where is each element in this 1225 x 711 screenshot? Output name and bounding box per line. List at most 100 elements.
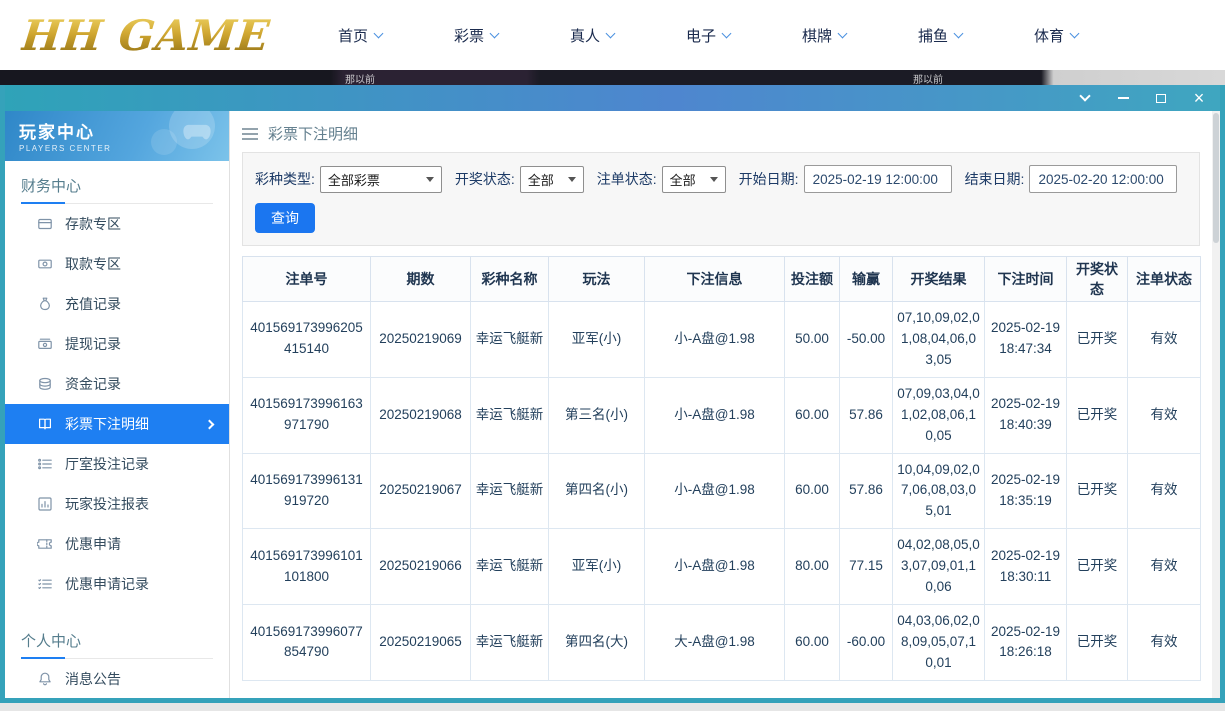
sidebar-item-deposit-zone[interactable]: 存款专区 xyxy=(5,204,229,244)
sidebar-item-label: 厅室投注记录 xyxy=(65,454,149,474)
sidebar-item-message-announcements[interactable]: 消息公告 xyxy=(5,659,229,698)
chevron-down-icon xyxy=(1070,28,1080,38)
cell-lottery-name: 幸运飞艇新 xyxy=(471,529,549,605)
cell-bet-time: 2025-02-19 18:40:39 xyxy=(985,377,1067,453)
cell-draw-status: 已开奖 xyxy=(1067,529,1128,605)
cell-draw-status: 已开奖 xyxy=(1067,377,1128,453)
withdraw-icon xyxy=(37,256,53,272)
sidebar-item-player-bet-report[interactable]: 玩家投注报表 xyxy=(5,484,229,524)
lottery-type-select[interactable]: 全部彩票 xyxy=(320,166,442,193)
cell-bet-time: 2025-02-19 18:26:18 xyxy=(985,605,1067,681)
nav-item-live[interactable]: 真人 xyxy=(570,25,614,46)
gamepad-icon xyxy=(181,123,213,143)
cell-bet-time: 2025-02-19 18:47:34 xyxy=(985,302,1067,378)
order-status-label: 注单状态: xyxy=(597,169,657,189)
bet-details-table: 注单号 期数 彩种名称 玩法 下注信息 投注额 输赢 开奖结果 下注时间 开奖状… xyxy=(242,256,1201,681)
cell-bet-amount: 80.00 xyxy=(785,529,840,605)
scrollbar-thumb[interactable] xyxy=(1213,113,1219,243)
nav-item-slots[interactable]: 电子 xyxy=(686,25,730,46)
window-maximize-button[interactable] xyxy=(1154,91,1168,105)
cell-draw-result: 04,02,08,05,03,07,09,01,10,06 xyxy=(893,529,985,605)
cell-win-loss: -50.00 xyxy=(840,302,893,378)
hamburger-menu-icon[interactable] xyxy=(242,128,258,140)
sidebar-item-lottery-bet-details[interactable]: 彩票下注明细 xyxy=(5,404,229,444)
column-header: 投注额 xyxy=(785,257,840,302)
sidebar-item-withdraw-zone[interactable]: 取款专区 xyxy=(5,244,229,284)
sidebar-item-promo-apply-records[interactable]: 优惠申请记录 xyxy=(5,564,229,604)
chevron-down-icon xyxy=(374,28,384,38)
cell-order-status: 有效 xyxy=(1128,302,1201,378)
cell-draw-status: 已开奖 xyxy=(1067,453,1128,529)
cell-lottery-name: 幸运飞艇新 xyxy=(471,302,549,378)
nav-item-sports[interactable]: 体育 xyxy=(1034,25,1078,46)
nav-label: 电子 xyxy=(686,25,716,46)
column-header: 下注信息 xyxy=(645,257,785,302)
personal-center-section: 个人中心 消息公告 xyxy=(5,630,229,698)
column-header: 注单状态 xyxy=(1128,257,1201,302)
column-header: 注单号 xyxy=(243,257,371,302)
page-header: 彩票下注明细 xyxy=(242,123,1200,144)
player-bet-report-icon xyxy=(37,496,53,512)
nav-item-fishing[interactable]: 捕鱼 xyxy=(918,25,962,46)
sidebar-item-promo-apply[interactable]: 优惠申请 xyxy=(5,524,229,564)
query-button[interactable]: 查询 xyxy=(255,203,315,233)
sidebar-item-funds-records[interactable]: 资金记录 xyxy=(5,364,229,404)
window-collapse-button[interactable] xyxy=(1078,91,1092,105)
table-row: 401569173996101101800 20250219066 幸运飞艇新 … xyxy=(243,529,1201,605)
nav-item-lottery[interactable]: 彩票 xyxy=(454,25,498,46)
end-date-label: 结束日期: xyxy=(965,169,1025,189)
cell-order-id: 401569173996101101800 xyxy=(243,529,371,605)
cell-draw-status: 已开奖 xyxy=(1067,605,1128,681)
nav-label: 棋牌 xyxy=(802,25,832,46)
window-titlebar: × xyxy=(5,85,1220,111)
cell-play-type: 第四名(大) xyxy=(549,605,645,681)
chevron-down-icon xyxy=(722,28,732,38)
column-header: 期数 xyxy=(371,257,471,302)
background-banner-strip: 那以前 那以前 xyxy=(0,70,1225,85)
start-date-input[interactable] xyxy=(804,165,952,193)
sidebar-item-withdrawal-records[interactable]: 提现记录 xyxy=(5,324,229,364)
sidebar-item-label: 取款专区 xyxy=(65,254,121,274)
cell-play-type: 第四名(小) xyxy=(549,453,645,529)
column-header: 彩种名称 xyxy=(471,257,549,302)
window-close-button[interactable]: × xyxy=(1192,91,1206,105)
promo-apply-icon xyxy=(37,536,53,552)
lottery-bet-details-icon xyxy=(37,416,53,432)
chevron-right-icon xyxy=(205,419,215,429)
site-navbar: HH GAME 首页 彩票 真人 电子 棋牌 捕鱼 体育 xyxy=(0,0,1225,70)
nav-item-home[interactable]: 首页 xyxy=(338,25,382,46)
end-date-input[interactable] xyxy=(1029,165,1177,193)
window-minimize-button[interactable] xyxy=(1116,91,1130,105)
cell-bet-info: 小-A盘@1.98 xyxy=(645,302,785,378)
cell-lottery-name: 幸运飞艇新 xyxy=(471,605,549,681)
cell-play-type: 亚军(小) xyxy=(549,302,645,378)
order-status-select[interactable]: 全部 xyxy=(662,166,726,193)
cell-bet-time: 2025-02-19 18:35:19 xyxy=(985,453,1067,529)
lottery-type-value: 全部彩票 xyxy=(328,170,380,189)
cell-period: 20250219069 xyxy=(371,302,471,378)
chevron-down-icon xyxy=(838,28,848,38)
sidebar: 玩家中心 PLAYERS CENTER 财务中心 存款专区 取款专区 xyxy=(5,111,230,698)
sidebar-item-hall-bet-records[interactable]: 厅室投注记录 xyxy=(5,444,229,484)
cell-win-loss: 57.86 xyxy=(840,453,893,529)
withdrawal-records-icon xyxy=(37,336,53,352)
banner-fragment: 那以前 xyxy=(345,71,375,85)
cell-lottery-name: 幸运飞艇新 xyxy=(471,453,549,529)
cell-win-loss: 57.86 xyxy=(840,377,893,453)
cell-period: 20250219068 xyxy=(371,377,471,453)
cell-bet-info: 小-A盘@1.98 xyxy=(645,453,785,529)
cell-order-id: 401569173996077854790 xyxy=(243,605,371,681)
cell-bet-info: 小-A盘@1.98 xyxy=(645,377,785,453)
table-row: 401569173996163971790 20250219068 幸运飞艇新 … xyxy=(243,377,1201,453)
nav-item-cards[interactable]: 棋牌 xyxy=(802,25,846,46)
cell-bet-info: 大-A盘@1.98 xyxy=(645,605,785,681)
vertical-scrollbar[interactable] xyxy=(1212,111,1220,698)
players-center-window: × 玩家中心 PLAYERS CENTER 财务中心 存款专区 xyxy=(0,85,1225,703)
minimize-icon xyxy=(1118,97,1129,99)
draw-status-select[interactable]: 全部 xyxy=(520,166,584,193)
column-header: 下注时间 xyxy=(985,257,1067,302)
sidebar-item-recharge-records[interactable]: 充值记录 xyxy=(5,284,229,324)
cell-order-id: 401569173996131919720 xyxy=(243,453,371,529)
nav-label: 体育 xyxy=(1034,25,1064,46)
select-caret-icon xyxy=(710,177,718,182)
